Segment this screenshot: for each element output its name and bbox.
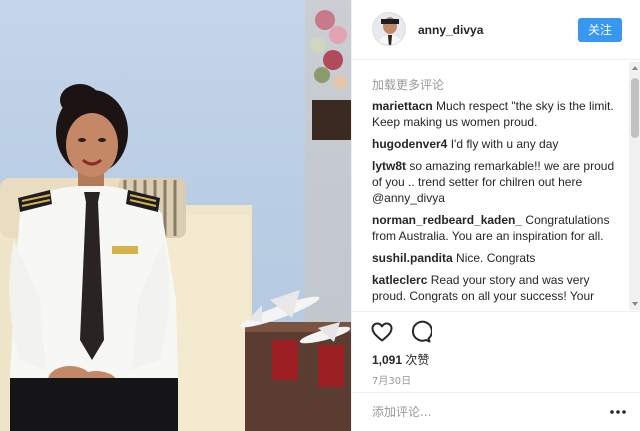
comment-item: katleclerc Read your story and was very … [372, 272, 626, 304]
likes-number: 1,091 [372, 353, 403, 367]
scrollbar-thumb[interactable] [631, 78, 639, 138]
load-more-comments-link[interactable]: 加载更多评论 [372, 76, 444, 93]
comment-text: Nice. Congrats [456, 251, 536, 265]
post-date: 7月30日 [372, 376, 412, 387]
post-photo [0, 0, 351, 431]
likes-suffix: 次赞 [405, 353, 430, 367]
heart-icon[interactable] [370, 320, 394, 344]
comment-username[interactable]: hugodenver4 [372, 137, 447, 151]
comments-section: 加载更多评论 mariettacn Much respect "the sky … [352, 62, 640, 310]
avatar[interactable] [372, 12, 406, 46]
comment-text: I'd fly with u any day [450, 137, 559, 151]
add-comment-input[interactable] [372, 403, 592, 421]
photo-illustration [0, 0, 351, 431]
comment-item: lytw8t so amazing remarkable!! we are pr… [372, 158, 626, 206]
comment-item: hugodenver4 I'd fly with u any day [372, 136, 626, 152]
comment-item: sushil.pandita Nice. Congrats [372, 250, 626, 266]
comment-list: mariettacn Much respect "the sky is the … [372, 98, 626, 310]
post-side-panel: anny_divya 关注 加载更多评论 mariettacn Much res… [351, 0, 640, 431]
username[interactable]: anny_divya [418, 23, 483, 37]
comment-username[interactable]: norman_redbeard_kaden_ [372, 213, 522, 227]
comment-text: so amazing remarkable!! we are proud of … [372, 159, 615, 205]
add-comment-bar [352, 392, 640, 431]
likes-count[interactable]: 1,091 次赞 [372, 351, 429, 368]
scroll-up-arrow-icon[interactable] [629, 62, 640, 74]
comment-icon[interactable] [408, 320, 432, 344]
post-header: anny_divya 关注 [352, 0, 640, 60]
comment-username[interactable]: mariettacn [372, 99, 433, 113]
comment-username[interactable]: sushil.pandita [372, 251, 453, 265]
comment-item: mariettacn Much respect "the sky is the … [372, 98, 626, 130]
comment-item: norman_redbeard_kaden_ Congratulations f… [372, 212, 626, 244]
comment-username[interactable]: katleclerc [372, 273, 427, 287]
more-options-icon[interactable] [608, 402, 628, 422]
comments-scrollbar[interactable] [629, 62, 640, 310]
comment-username[interactable]: lytw8t [372, 159, 406, 173]
scroll-down-arrow-icon[interactable] [629, 298, 640, 310]
follow-button[interactable]: 关注 [578, 18, 622, 42]
